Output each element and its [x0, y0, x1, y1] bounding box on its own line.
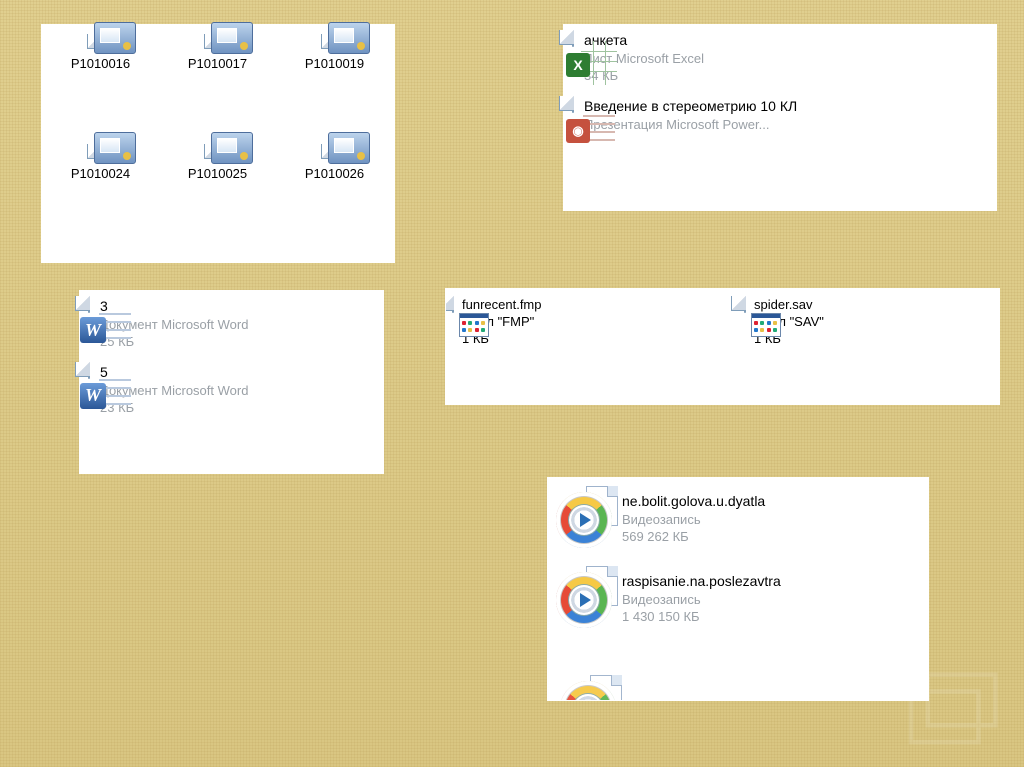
file-item[interactable]: spider.sav Файл "SAV" 1 КБ — [738, 289, 999, 404]
file-label: P1010016 — [71, 56, 130, 71]
file-item[interactable]: W 5 Документ Microsoft Word 23 КБ — [80, 357, 383, 423]
file-item[interactable]: P1010017 — [159, 35, 276, 145]
file-label: P1010025 — [188, 166, 247, 181]
generic-file-icon — [452, 297, 454, 312]
file-size: 569 262 КБ — [622, 528, 765, 546]
file-text: Введение в стереометрию 10 КЛ Презентаци… — [584, 97, 797, 133]
file-item[interactable]: funrecent.fmp Файл "FMP" 1 КБ — [446, 289, 728, 404]
file-type: Видеозапись — [622, 511, 765, 529]
video-file-icon — [556, 492, 612, 548]
generic-file-icon — [744, 297, 746, 312]
file-type: Презентация Microsoft Power... — [584, 116, 797, 134]
video-file-icon — [556, 572, 612, 628]
file-name: Введение в стереометрию 10 КЛ — [584, 97, 797, 116]
word-file-icon: W — [88, 363, 90, 378]
file-size: 1 430 150 КБ — [622, 608, 781, 626]
watermark-icon — [896, 669, 1016, 759]
file-item[interactable]: ne.bolit.golova.u.dyatla Видеозапись 569… — [548, 478, 928, 554]
file-type: Видеозапись — [622, 591, 781, 609]
excel-file-icon: X — [572, 31, 574, 46]
word-files-panel: W 3 Документ Microsoft Word 25 КБ W 5 До… — [80, 291, 383, 473]
file-item[interactable]: P1010019 — [276, 35, 393, 145]
image-file-icon — [100, 35, 102, 50]
file-label: P1010017 — [188, 56, 247, 71]
file-name: ne.bolit.golova.u.dyatla — [622, 492, 765, 511]
file-item[interactable]: P1010025 — [159, 145, 276, 255]
file-item[interactable]: ◉ Введение в стереометрию 10 КЛ Презента… — [564, 91, 996, 139]
image-file-icon — [217, 35, 219, 50]
word-file-icon: W — [88, 297, 90, 312]
partial-file-icon — [560, 681, 616, 700]
picture-grid: P1010016 P1010017 P1010019 P1010024 P101… — [42, 25, 394, 255]
file-name: funrecent.fmp — [462, 297, 542, 314]
office-files-panel: X анкета Лист Microsoft Excel 34 КБ ◉ Вв… — [564, 25, 996, 210]
generic-files-panel: funrecent.fmp Файл "FMP" 1 КБ spider.sav… — [446, 289, 999, 404]
picture-files-panel: P1010016 P1010017 P1010019 P1010024 P101… — [42, 25, 394, 262]
file-label: P1010026 — [305, 166, 364, 181]
image-file-icon — [100, 145, 102, 160]
file-name: raspisanie.na.poslezavtra — [622, 572, 781, 591]
file-text: ne.bolit.golova.u.dyatla Видеозапись 569… — [622, 492, 765, 546]
file-item[interactable]: W 3 Документ Microsoft Word 25 КБ — [80, 291, 383, 357]
file-label: P1010024 — [71, 166, 130, 181]
file-item[interactable]: P1010026 — [276, 145, 393, 255]
file-item[interactable]: P1010016 — [42, 35, 159, 145]
image-file-icon — [334, 35, 336, 50]
file-item[interactable]: raspisanie.na.poslezavtra Видеозапись 1 … — [548, 554, 928, 634]
file-name: spider.sav — [754, 297, 824, 314]
image-file-icon — [334, 145, 336, 160]
video-files-panel: ne.bolit.golova.u.dyatla Видеозапись 569… — [548, 478, 928, 700]
powerpoint-file-icon: ◉ — [572, 97, 574, 112]
file-item[interactable]: X анкета Лист Microsoft Excel 34 КБ — [564, 25, 996, 91]
file-item[interactable]: P1010024 — [42, 145, 159, 255]
file-label: P1010019 — [305, 56, 364, 71]
image-file-icon — [217, 145, 219, 160]
file-text: raspisanie.na.poslezavtra Видеозапись 1 … — [622, 572, 781, 626]
